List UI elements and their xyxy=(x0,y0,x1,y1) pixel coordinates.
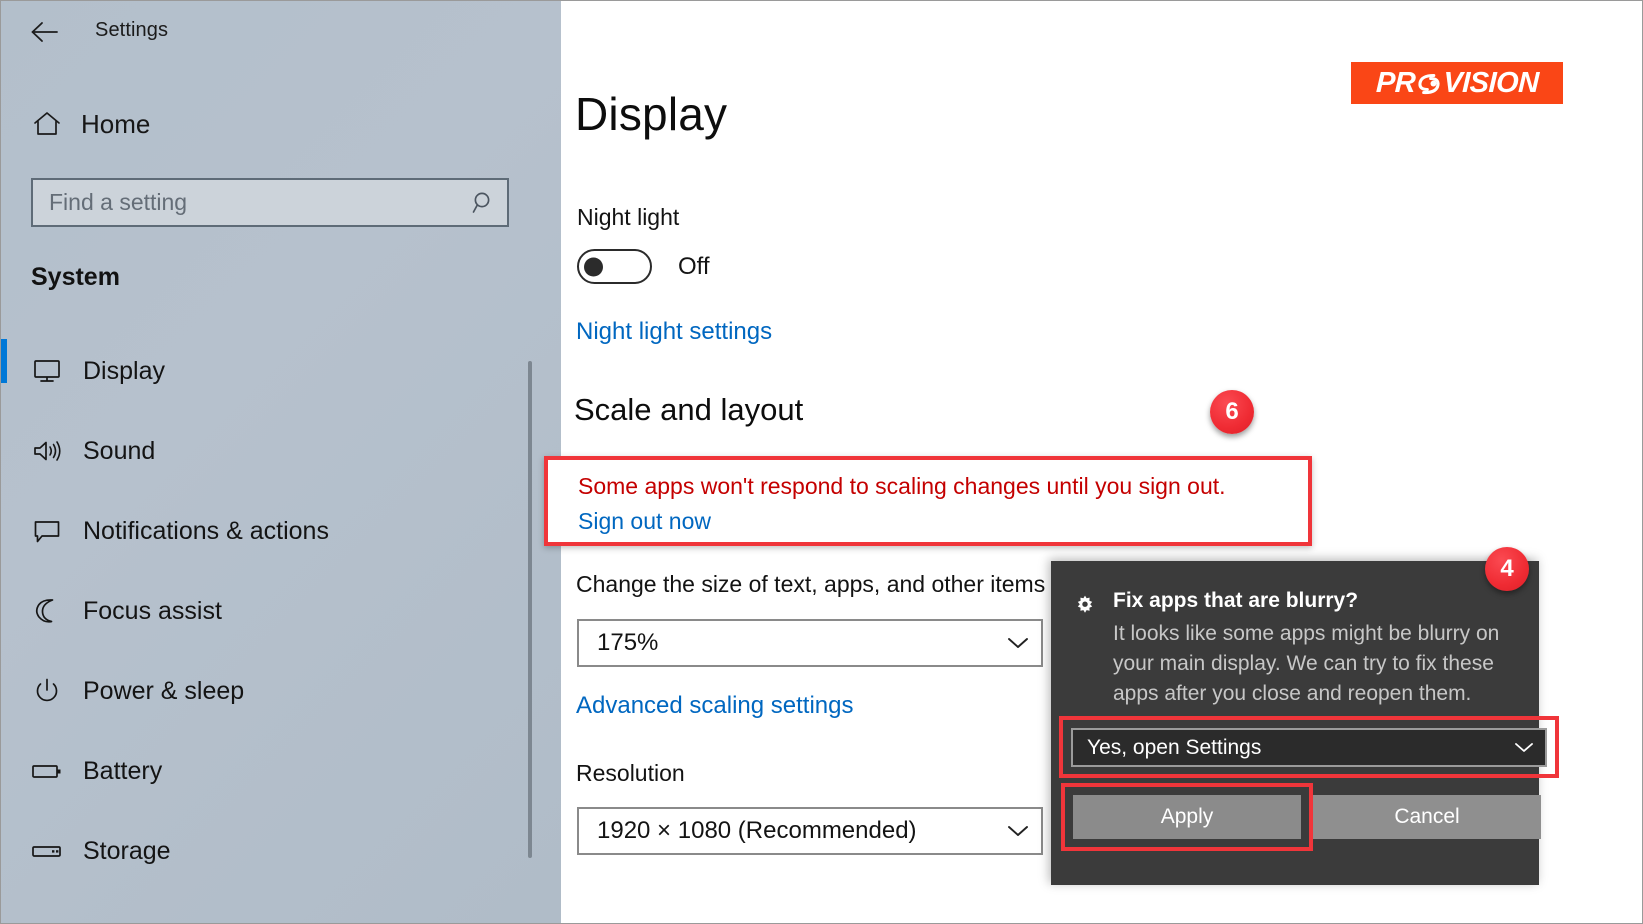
sidebar-item-sound[interactable]: Sound xyxy=(1,411,531,491)
sidebar-item-storage[interactable]: Storage xyxy=(1,811,531,891)
selection-accent-bar xyxy=(1,579,7,623)
sidebar-item-power-sleep-label: Power & sleep xyxy=(83,676,245,705)
sidebar-item-focus-assist[interactable]: Focus assist xyxy=(1,571,531,651)
chevron-down-icon xyxy=(995,824,1041,838)
scale-percentage-value: 175% xyxy=(597,629,659,656)
battery-icon xyxy=(19,761,75,781)
page-title: Display xyxy=(575,88,728,140)
chat-bubble-icon xyxy=(19,518,75,544)
settings-sidebar: Settings Home System xyxy=(1,1,561,923)
sidebar-item-storage-label: Storage xyxy=(83,836,171,865)
sidebar-scrollbar[interactable] xyxy=(528,361,532,858)
sign-out-warning-text: Some apps won't respond to scaling chang… xyxy=(578,473,1226,499)
sign-out-warning-highlight: Some apps won't respond to scaling chang… xyxy=(544,456,1312,546)
cancel-button[interactable]: Cancel xyxy=(1313,795,1541,839)
sign-out-now-link[interactable]: Sign out now xyxy=(578,508,711,535)
back-arrow-icon[interactable] xyxy=(23,11,67,53)
step-badge-4: 4 xyxy=(1485,547,1529,591)
search-input[interactable] xyxy=(33,180,461,225)
provision-swoosh-icon xyxy=(1413,69,1444,97)
fix-blurry-apps-dialog: Fix apps that are blurry? It looks like … xyxy=(1051,561,1559,885)
selection-accent-bar xyxy=(1,739,7,783)
dialog-title: Fix apps that are blurry? xyxy=(1113,589,1359,612)
chevron-down-icon xyxy=(1503,741,1545,754)
night-light-settings-link[interactable]: Night light settings xyxy=(576,318,772,346)
selection-accent-bar xyxy=(1,659,7,703)
settings-window: Settings Home System xyxy=(0,0,1643,924)
selection-accent-bar xyxy=(1,339,7,383)
home-icon xyxy=(19,110,75,138)
sidebar-nav-list: Display Sound Notifications & actions Fo… xyxy=(1,331,531,891)
sidebar-item-sound-label: Sound xyxy=(83,436,156,465)
night-light-toggle[interactable] xyxy=(577,249,652,284)
sidebar-item-power-sleep[interactable]: Power & sleep xyxy=(1,651,531,731)
step-badge-6: 6 xyxy=(1210,390,1254,434)
sidebar-item-notifications[interactable]: Notifications & actions xyxy=(1,491,531,571)
moon-icon xyxy=(19,597,75,625)
search-icon[interactable] xyxy=(461,190,507,216)
sidebar-item-display[interactable]: Display xyxy=(1,331,531,411)
sidebar-section-title: System xyxy=(31,263,120,291)
resolution-dropdown[interactable]: 1920 × 1080 (Recommended) xyxy=(577,807,1043,855)
selection-accent-bar xyxy=(1,499,7,543)
change-size-label: Change the size of text, apps, and other… xyxy=(576,571,1046,597)
selection-accent-bar xyxy=(1,419,7,463)
logo-text-right: VISION xyxy=(1442,66,1539,99)
resolution-value: 1920 × 1080 (Recommended) xyxy=(597,817,917,844)
dialog-body-text: It looks like some apps might be blurry … xyxy=(1113,622,1500,705)
night-light-state-label: Off xyxy=(678,252,710,280)
gear-icon xyxy=(1073,593,1097,617)
power-icon xyxy=(19,677,75,705)
search-box[interactable] xyxy=(31,178,509,227)
apply-button[interactable]: Apply xyxy=(1073,795,1301,839)
sidebar-item-home[interactable]: Home xyxy=(1,101,531,147)
sidebar-item-battery[interactable]: Battery xyxy=(1,731,531,811)
sidebar-item-home-label: Home xyxy=(81,108,151,139)
provision-logo: PR VISION xyxy=(1351,62,1563,104)
storage-icon xyxy=(19,842,75,860)
speaker-icon xyxy=(19,438,75,464)
sidebar-item-display-label: Display xyxy=(83,356,165,385)
sidebar-item-notifications-label: Notifications & actions xyxy=(83,516,329,545)
night-light-label: Night light xyxy=(577,204,680,230)
monitor-icon xyxy=(19,358,75,384)
logo-text-left: PR xyxy=(1375,66,1416,99)
sidebar-item-battery-label: Battery xyxy=(83,756,163,785)
dialog-action-dropdown-value: Yes, open Settings xyxy=(1087,735,1262,759)
advanced-scaling-settings-link[interactable]: Advanced scaling settings xyxy=(576,692,854,720)
resolution-label: Resolution xyxy=(576,760,685,786)
selection-accent-bar xyxy=(1,819,7,863)
night-light-row: Off xyxy=(577,249,710,284)
provision-wordmark: PR VISION xyxy=(1375,67,1539,100)
app-title: Settings xyxy=(95,19,169,41)
scale-percentage-dropdown[interactable]: 175% xyxy=(577,619,1043,667)
chevron-down-icon xyxy=(995,636,1041,650)
dialog-action-dropdown[interactable]: Yes, open Settings xyxy=(1071,728,1547,767)
title-bar: Settings xyxy=(1,1,561,63)
sidebar-item-focus-assist-label: Focus assist xyxy=(83,596,222,625)
toggle-knob xyxy=(584,257,603,276)
scale-and-layout-heading: Scale and layout xyxy=(574,392,804,427)
